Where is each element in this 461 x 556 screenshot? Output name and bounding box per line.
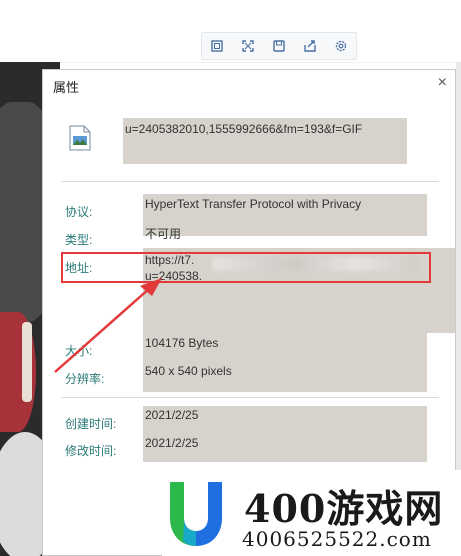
u-logo-icon (170, 482, 222, 546)
watermark-domain: 4006525522.com (242, 527, 432, 551)
site-watermark: 400游戏网 4006525522.com (162, 470, 461, 556)
watermark-brand: 400游戏网 (244, 486, 444, 531)
